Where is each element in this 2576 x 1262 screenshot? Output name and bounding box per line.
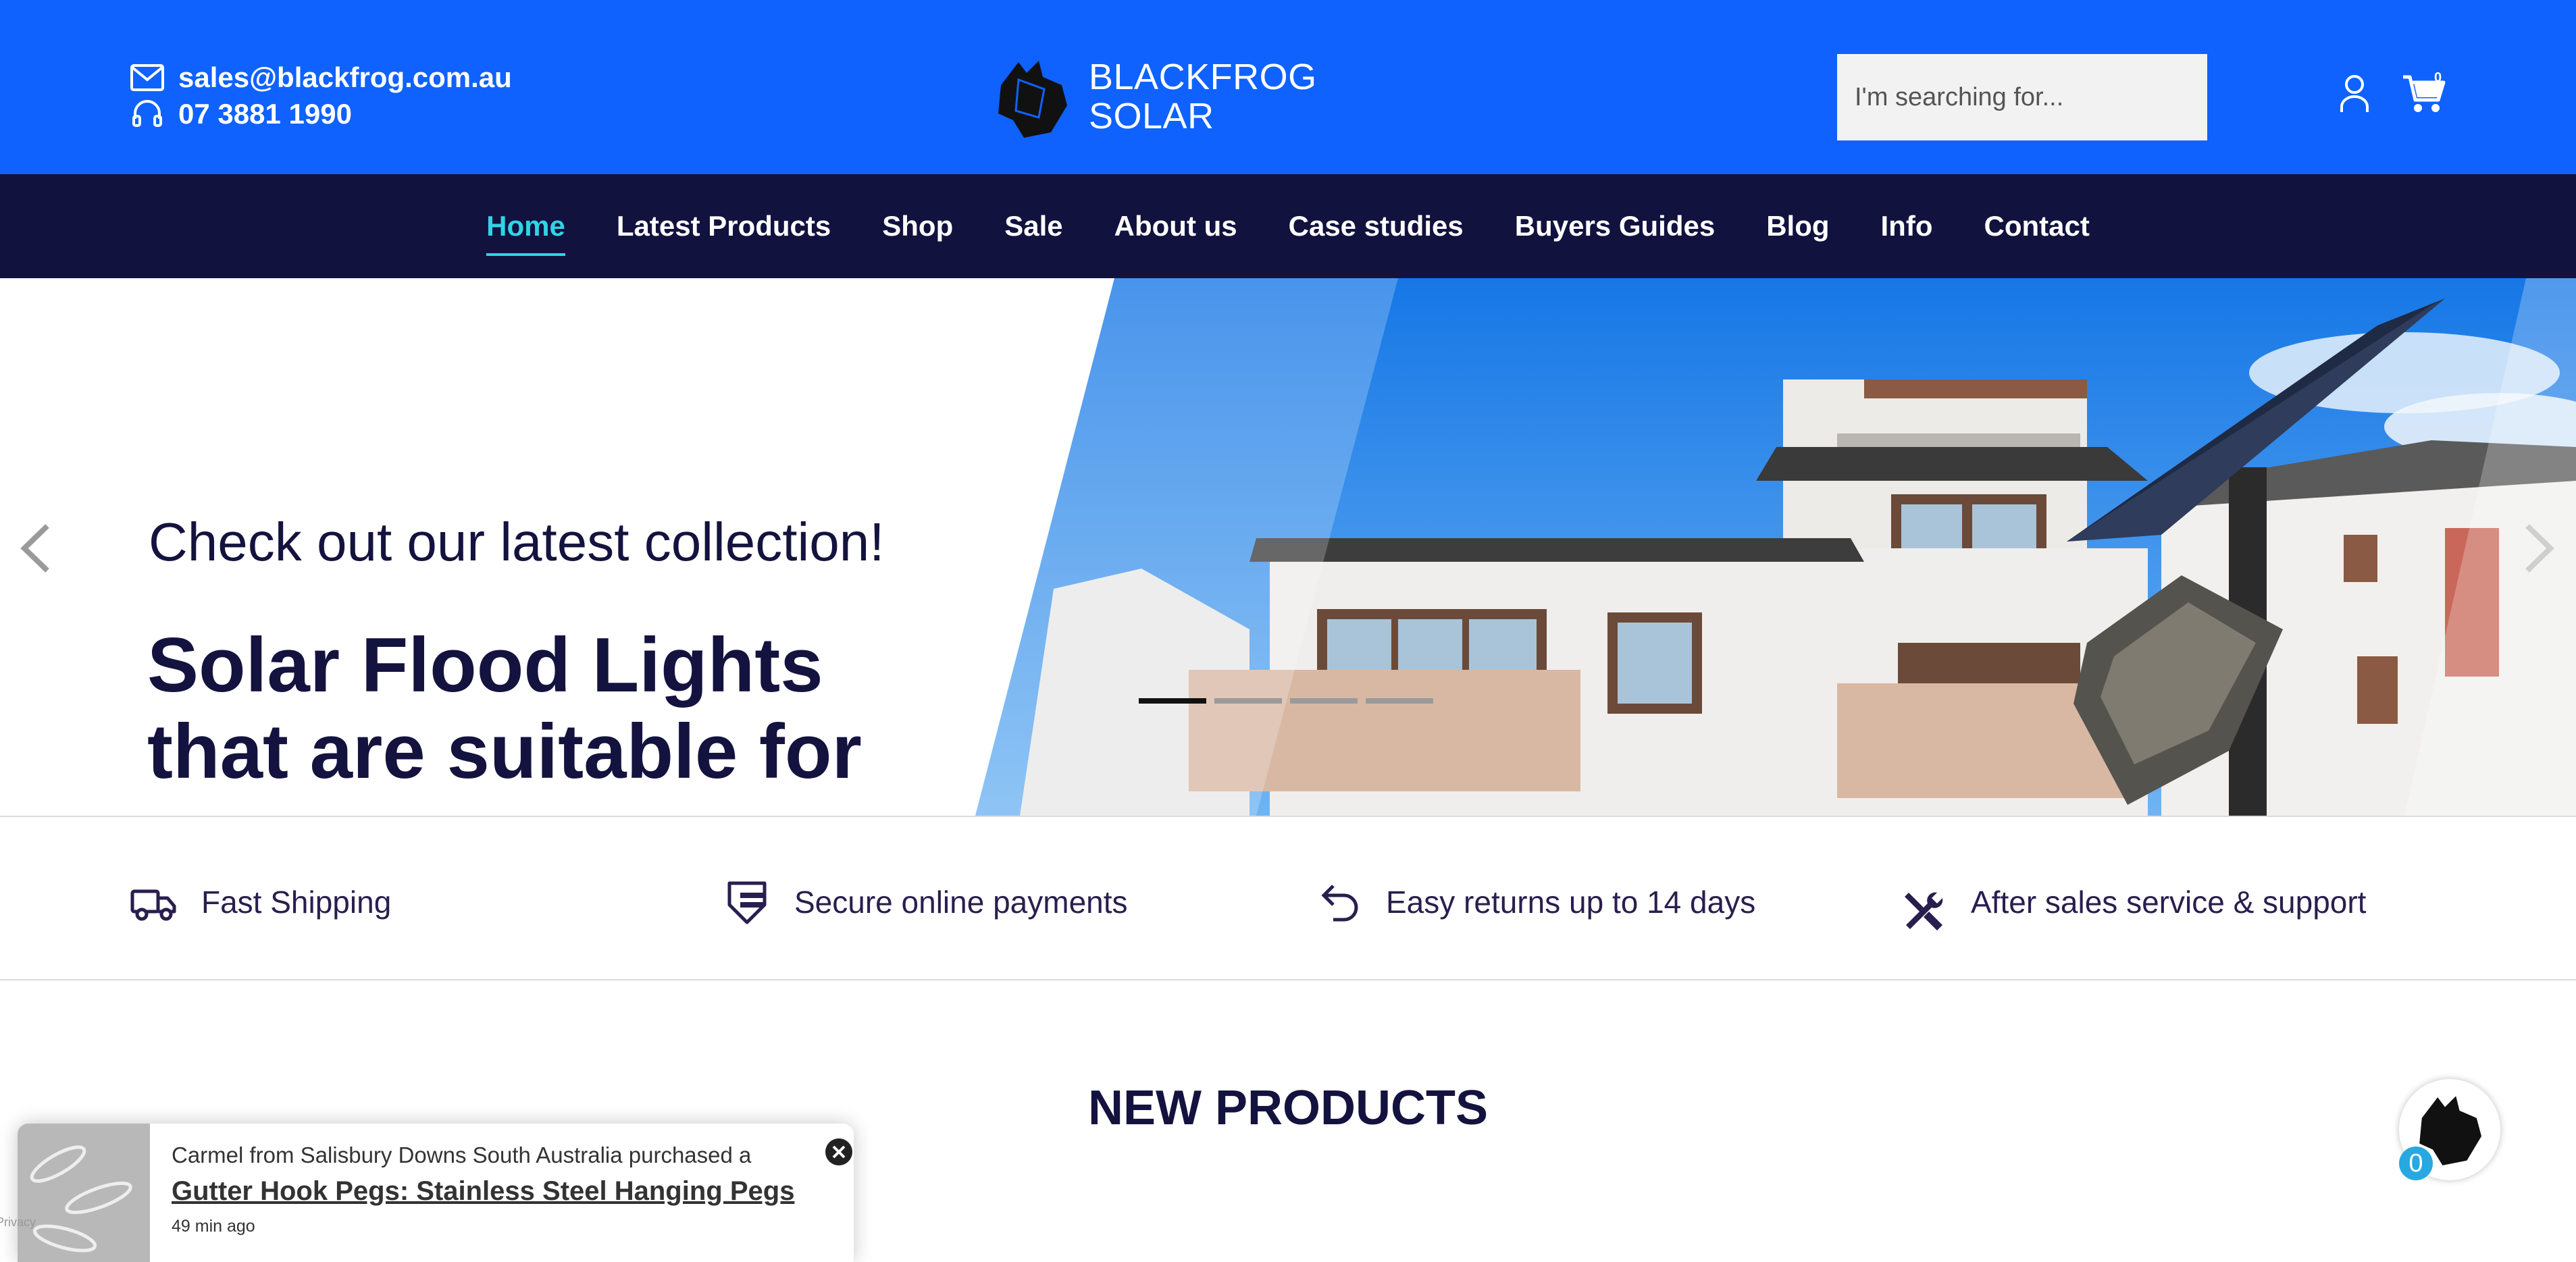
feature-secure-payments: Secure online payments: [723, 878, 1128, 926]
slider-prev-arrow-icon[interactable]: [15, 518, 55, 579]
slider-dot-1[interactable]: [1139, 698, 1206, 704]
features-bar: Fast Shipping Secure online payments Eas…: [0, 816, 2576, 980]
top-header: sales@blackfrog.com.au 07 3881 1990 BLAC…: [0, 0, 2576, 174]
phone-text: 07 3881 1990: [178, 98, 352, 130]
feature-label: Fast Shipping: [201, 885, 392, 920]
floating-logo-badge[interactable]: 0: [2399, 1079, 2500, 1180]
nav-buyers-guides[interactable]: Buyers Guides: [1515, 210, 1715, 242]
nav-latest-products[interactable]: Latest Products: [617, 210, 831, 242]
hero-title-line-1: Solar Flood Lights: [147, 623, 823, 708]
headset-icon: [132, 100, 162, 127]
feature-after-sales: After sales service & support: [1899, 868, 2366, 936]
logo-line-1: BLACKFROG: [1089, 57, 1317, 97]
nav-sale[interactable]: Sale: [1004, 210, 1062, 242]
logo-text: BLACKFROG SOLAR: [1089, 57, 1317, 136]
close-icon[interactable]: [824, 1137, 854, 1167]
account-icon[interactable]: [2338, 73, 2371, 113]
hero-title: Solar Flood Lights that are suitable for: [147, 623, 1025, 795]
main-nav: Home Latest Products Shop Sale About us …: [0, 174, 2576, 278]
feature-easy-returns: Easy returns up to 14 days: [1314, 878, 1755, 926]
nav-about-us[interactable]: About us: [1114, 210, 1237, 242]
feature-label: After sales service & support: [1971, 885, 2367, 920]
nav-blog[interactable]: Blog: [1766, 210, 1829, 242]
cart-count-badge: 0: [2434, 70, 2442, 85]
feature-label: Easy returns up to 14 days: [1386, 885, 1756, 920]
return-icon: [1321, 885, 1358, 922]
badge-count: 0: [2399, 1147, 2433, 1180]
hero-subtitle: Check out our latest collection!: [149, 512, 885, 572]
mail-icon: [130, 64, 164, 91]
feature-label: Secure online payments: [794, 885, 1128, 920]
recent-purchase-popup: Carmel from Salisbury Downs South Austra…: [18, 1124, 854, 1262]
email-link[interactable]: sales@blackfrog.com.au: [130, 59, 512, 96]
privacy-link[interactable]: Privacy: [0, 1215, 36, 1230]
popup-product-link[interactable]: Gutter Hook Pegs: Stainless Steel Hangin…: [172, 1176, 794, 1207]
hero-slider: Check out our latest collection! Solar F…: [0, 278, 2576, 816]
nav-shop[interactable]: Shop: [882, 210, 953, 242]
logo-line-2: SOLAR: [1089, 96, 1214, 136]
popup-time: 49 min ago: [172, 1217, 255, 1236]
hero-title-line-2: that are suitable for: [147, 709, 862, 795]
slider-dot-2[interactable]: [1214, 698, 1282, 704]
email-text: sales@blackfrog.com.au: [178, 61, 512, 93]
slider-dot-3[interactable]: [1290, 698, 1358, 704]
nav-case-studies[interactable]: Case studies: [1289, 210, 1464, 242]
product-thumbnail[interactable]: [18, 1124, 150, 1262]
frog-logo-icon: [998, 61, 1067, 138]
nav-home[interactable]: Home: [486, 210, 565, 256]
feature-fast-shipping: Fast Shipping: [130, 878, 391, 926]
popup-message: Carmel from Salisbury Downs South Austra…: [172, 1142, 752, 1167]
contact-info: sales@blackfrog.com.au 07 3881 1990: [130, 59, 512, 132]
slider-next-arrow-icon[interactable]: [2519, 518, 2560, 579]
search-input[interactable]: [1837, 54, 2207, 140]
nav-info[interactable]: Info: [1881, 210, 1933, 242]
card-icon: [727, 881, 767, 924]
site-logo[interactable]: BLACKFROG SOLAR: [986, 53, 1317, 140]
slider-dot-4[interactable]: [1366, 698, 1433, 704]
phone-link[interactable]: 07 3881 1990: [130, 96, 512, 132]
nav-contact[interactable]: Contact: [1984, 210, 2089, 242]
tools-icon: [1905, 892, 1943, 930]
truck-icon: [130, 889, 176, 921]
slider-pagination: [1139, 698, 1441, 704]
